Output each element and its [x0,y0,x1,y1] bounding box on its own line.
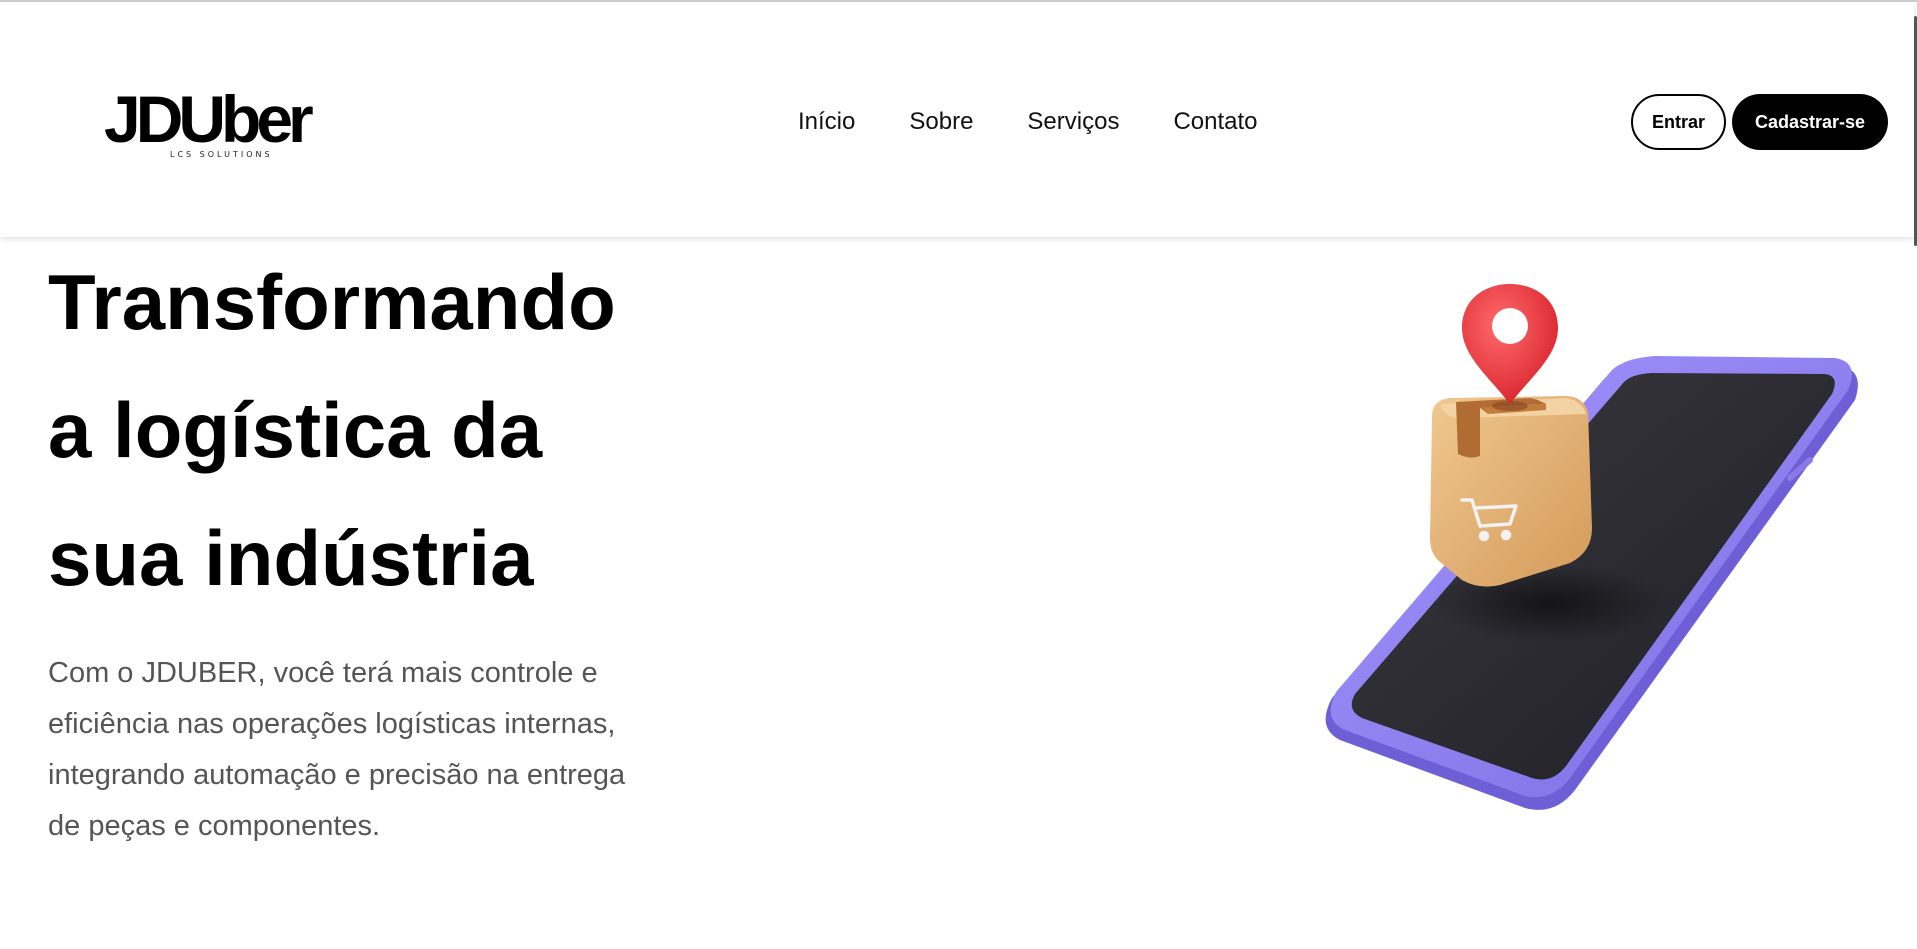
site-header: JDUber LCS SOLUTIONS Início Sobre Serviç… [0,2,1914,237]
package-box-icon [1430,396,1592,587]
nav-item-inicio[interactable]: Início [798,106,855,138]
logo[interactable]: JDUber LCS SOLUTIONS [104,86,334,166]
logo-subtext: LCS SOLUTIONS [170,150,273,159]
main-nav: Início Sobre Serviços Contato [798,106,1258,138]
nav-item-contato[interactable]: Contato [1173,106,1257,138]
location-pin-icon [1462,284,1558,411]
nav-item-sobre[interactable]: Sobre [909,106,973,138]
hero-title-line-2: a logística da [48,386,543,474]
hero-title-line-3: sua indústria [48,514,534,602]
nav-item-servicos[interactable]: Serviços [1027,106,1119,138]
hero-title-line-1: Transformando [48,258,616,346]
hero-title: Transformando a logística da sua indústr… [48,238,748,622]
logo-text: JDUber [104,82,314,156]
hero-description: Com o JDUBER, você terá mais controle e … [48,657,626,842]
login-button[interactable]: Entrar [1631,94,1726,150]
hero-illustration [1325,284,1858,810]
signup-button[interactable]: Cadastrar-se [1732,94,1888,150]
